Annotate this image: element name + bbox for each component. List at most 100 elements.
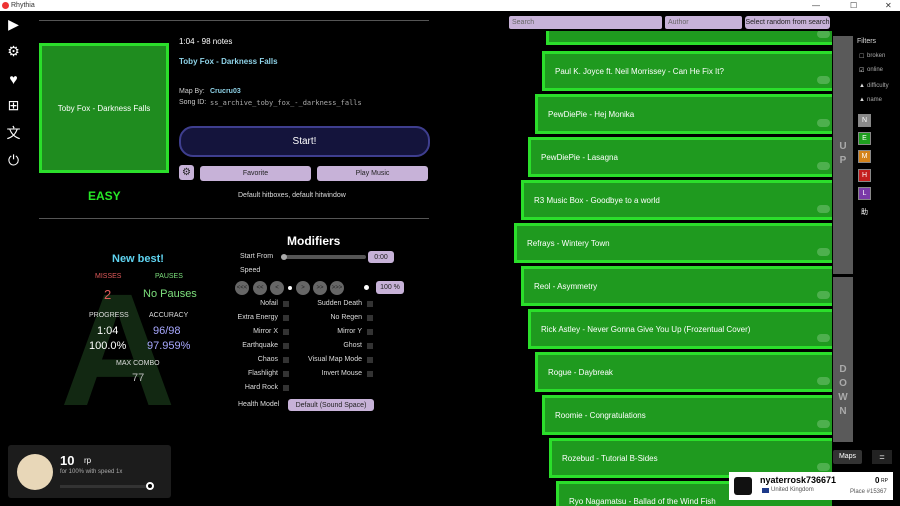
song-item[interactable]: R3 Music Box - Goodbye to a world	[521, 180, 832, 220]
speed-button[interactable]: >>	[313, 281, 327, 295]
cloud-icon	[817, 248, 830, 256]
play-music-button[interactable]: Play Music	[317, 166, 428, 181]
cloud-icon	[817, 377, 830, 385]
mod-sudden-death-label: Sudden Death	[317, 300, 362, 307]
mod-hard-rock-label: Hard Rock	[244, 384, 278, 391]
max-combo-value: 77	[132, 372, 145, 384]
map-settings-icon[interactable]: ⚙	[179, 165, 194, 180]
start-from-slider[interactable]	[281, 255, 366, 259]
progress-label: PROGRESS	[89, 312, 129, 319]
mod-chaos-checkbox[interactable]	[283, 357, 289, 363]
menu-icon[interactable]: =	[872, 450, 892, 464]
song-item[interactable]: Paul K. Joyce ft. Neil Morrissey - Can H…	[542, 51, 832, 91]
scroll-up-button[interactable]: U P	[833, 36, 853, 274]
speed-value[interactable]: 100 %	[376, 281, 404, 294]
minimize-button[interactable]: —	[812, 0, 820, 11]
mod-sudden-death-checkbox[interactable]	[367, 301, 373, 307]
add-icon[interactable]: ⊞	[5, 97, 22, 114]
difficulty-filter-h[interactable]: H	[858, 169, 871, 182]
maps-button[interactable]: Maps	[833, 450, 862, 464]
cloud-icon	[817, 420, 830, 428]
rp-slider[interactable]	[60, 485, 150, 488]
select-random-button[interactable]: Select random from search	[745, 16, 830, 29]
start-button[interactable]: Start!	[179, 126, 430, 157]
song-item[interactable]: Rick Astley - Never Gonna Give You Up (F…	[528, 309, 832, 349]
favorite-button[interactable]: Favorite	[200, 166, 311, 181]
profile-panel[interactable]: nyaterrosk736671 United Kingdom 0 RP Pla…	[729, 472, 893, 500]
search-input[interactable]: Search	[509, 16, 662, 29]
power-icon[interactable]: ⏻	[5, 152, 22, 169]
scroll-down-button[interactable]: D O W N	[833, 277, 853, 442]
difficulty-filter-l[interactable]: L	[858, 187, 871, 200]
scroll-down-letter: W	[838, 392, 848, 403]
profile-rp-unit: RP	[881, 478, 888, 484]
mod-mirror-y-checkbox[interactable]	[367, 329, 373, 335]
heart-icon[interactable]: ♥	[5, 70, 22, 87]
app-icon	[2, 2, 9, 9]
sort-name-label[interactable]: name	[867, 97, 882, 103]
song-item[interactable]: PewDiePie - Lasagna	[528, 137, 832, 177]
mod-extra-energy-label: Extra Energy	[237, 314, 278, 321]
mod-mirror-x-label: Mirror X	[253, 328, 278, 335]
filter-online-checkbox[interactable]: ☑	[859, 67, 864, 74]
gear-icon[interactable]: ⚙	[5, 43, 22, 60]
mod-no-regen-checkbox[interactable]	[367, 315, 373, 321]
cloud-icon	[817, 463, 830, 471]
song-item[interactable]: Refrays - Wintery Town	[514, 223, 832, 263]
start-from-value[interactable]: 0:00	[368, 251, 394, 263]
difficulty-filter-e[interactable]: E	[858, 132, 871, 145]
song-title: Paul K. Joyce ft. Neil Morrissey - Can H…	[555, 66, 724, 76]
song-item[interactable]: Reol - Asymmetry	[521, 266, 832, 306]
song-title: Rick Astley - Never Gonna Give You Up (F…	[541, 324, 751, 334]
mod-flashlight-label: Flashlight	[248, 370, 278, 377]
sort-difficulty-label[interactable]: difficulty	[867, 83, 889, 89]
maximize-button[interactable]: ☐	[850, 0, 857, 11]
song-title: Reol - Asymmetry	[534, 281, 598, 291]
close-button[interactable]: ✕	[885, 0, 892, 11]
speed-indicator	[364, 285, 369, 290]
mod-extra-energy-checkbox[interactable]	[283, 315, 289, 321]
cloud-icon	[817, 31, 830, 38]
difficulty-filter-special[interactable]: 助	[858, 205, 871, 218]
speed-button[interactable]: <<	[253, 281, 267, 295]
mod-nofail-checkbox[interactable]	[283, 301, 289, 307]
health-model-select[interactable]: Default (Sound Space)	[288, 399, 374, 411]
filter-broken-checkbox[interactable]: ☐	[859, 53, 864, 60]
mod-invert-mouse-checkbox[interactable]	[367, 371, 373, 377]
mod-visual-map-mode-checkbox[interactable]	[367, 357, 373, 363]
mod-hard-rock-checkbox[interactable]	[283, 385, 289, 391]
hitbox-info: Default hitboxes, default hitwindow	[238, 192, 346, 199]
mapper-label: Map By:	[179, 88, 205, 95]
song-item[interactable]: Roomie - Congratulations	[542, 395, 832, 435]
speed-button[interactable]: <	[270, 281, 284, 295]
translate-icon[interactable]: 文	[5, 124, 22, 141]
mod-mirror-x-checkbox[interactable]	[283, 329, 289, 335]
mapper-name[interactable]: Crucru03	[210, 88, 241, 95]
mod-ghost-checkbox[interactable]	[367, 343, 373, 349]
author-input[interactable]: Author	[665, 16, 742, 29]
rp-unit: rp	[84, 456, 92, 465]
sort-arrow-icon[interactable]: ▲	[859, 83, 865, 89]
mod-visual-map-mode-label: Visual Map Mode	[308, 356, 362, 363]
rp-slider-handle[interactable]	[146, 482, 154, 490]
mod-flashlight-checkbox[interactable]	[283, 371, 289, 377]
mod-earthquake-checkbox[interactable]	[283, 343, 289, 349]
song-item[interactable]: PewDiePie - Hej Monika	[535, 94, 832, 134]
play-icon[interactable]: ▶	[5, 16, 22, 33]
song-title: Refrays - Wintery Town	[527, 238, 610, 248]
filter-online-label: online	[867, 67, 884, 73]
sort-arrow-icon[interactable]: ▲	[859, 97, 865, 103]
cloud-icon	[817, 291, 830, 299]
difficulty-filter-m[interactable]: M	[858, 150, 871, 163]
song-item[interactable]: Rogue - Daybreak	[535, 352, 832, 392]
sidebar: ▶ ⚙ ♥ ⊞ 文 ⏻	[0, 11, 27, 506]
difficulty-filter-n[interactable]: N	[858, 114, 871, 127]
start-from-handle[interactable]	[281, 254, 287, 260]
speed-button[interactable]: <<<	[235, 281, 249, 295]
speed-button[interactable]: >>>	[330, 281, 344, 295]
song-item[interactable]	[546, 31, 832, 45]
speed-label: Speed	[240, 267, 261, 274]
avatar	[17, 454, 53, 490]
mod-chaos-label: Chaos	[257, 356, 278, 363]
speed-button[interactable]: >	[296, 281, 310, 295]
